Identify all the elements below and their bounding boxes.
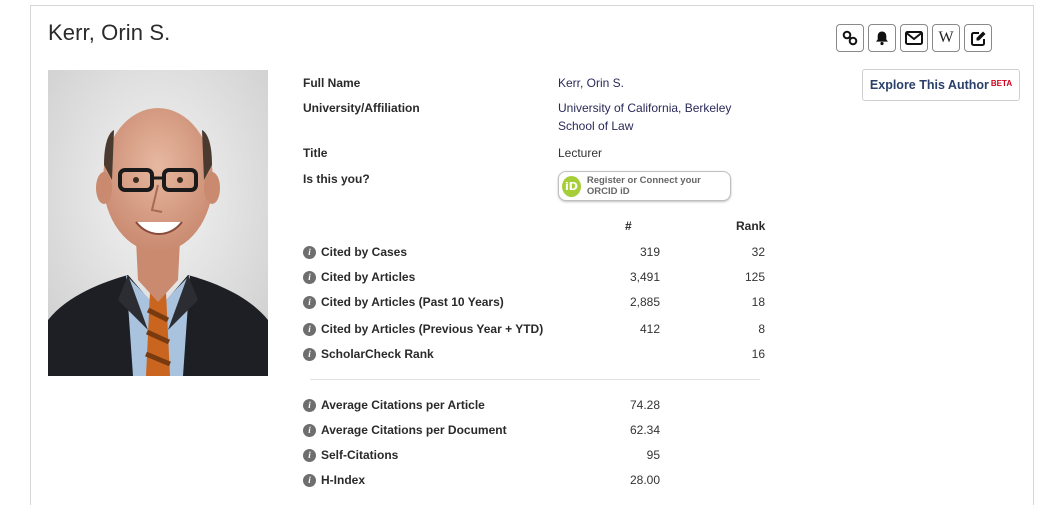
metric-label: Self-Citations — [321, 448, 399, 462]
metric-row-avg-per-article: i Average Citations per Article — [303, 396, 485, 414]
metric-rank: 16 — [751, 347, 765, 361]
info-icon[interactable]: i — [303, 295, 316, 309]
metric-rank: 32 — [751, 245, 765, 259]
title-label: Title — [303, 146, 328, 160]
full-name-label: Full Name — [303, 76, 361, 90]
metrics-divider — [310, 379, 760, 380]
affiliation-label: University/Affiliation — [303, 101, 420, 115]
info-icon[interactable]: i — [303, 270, 316, 284]
metric-count: 2,885 — [629, 295, 660, 309]
info-icon[interactable]: i — [303, 245, 316, 259]
author-toolbar: W — [836, 24, 992, 52]
metric-label: ScholarCheck Rank — [321, 347, 434, 361]
edit-button[interactable] — [964, 24, 992, 52]
rank-column-header: Rank — [736, 219, 766, 233]
affiliation-line-1: University of California, Berkeley — [558, 101, 732, 115]
wikipedia-button[interactable]: W — [932, 24, 960, 52]
metric-rank: 8 — [758, 322, 765, 336]
orcid-icon: iD — [562, 175, 581, 197]
info-icon[interactable]: i — [303, 473, 316, 487]
orcid-connect-button[interactable]: iD Register or Connect your ORCID iD — [558, 171, 731, 201]
beta-badge: BETA — [990, 78, 1013, 88]
link-button[interactable] — [836, 24, 864, 52]
info-icon[interactable]: i — [303, 398, 316, 412]
explore-author-label: Explore This Author — [869, 78, 989, 92]
metric-row-cited-by-articles: i Cited by Articles — [303, 268, 415, 286]
metric-value: 28.00 — [629, 473, 660, 487]
edit-icon — [970, 31, 985, 46]
metric-rank: 18 — [751, 295, 765, 309]
metric-value: 74.28 — [629, 398, 660, 412]
metric-count: 3,491 — [629, 270, 660, 284]
metric-row-h-index: i H-Index — [303, 471, 365, 489]
info-icon[interactable]: i — [303, 322, 316, 336]
count-column-header: # — [625, 219, 632, 233]
metric-count: 319 — [639, 245, 660, 259]
metric-row-cited-by-cases: i Cited by Cases — [303, 243, 407, 261]
is-this-you-label: Is this you? — [303, 172, 370, 186]
alert-button[interactable] — [868, 24, 896, 52]
metric-row-avg-per-document: i Average Citations per Document — [303, 421, 507, 439]
metric-label: Cited by Articles — [321, 270, 416, 284]
info-icon[interactable]: i — [303, 448, 316, 462]
bell-icon — [876, 31, 888, 46]
metric-label: Cited by Cases — [321, 245, 408, 259]
link-icon — [842, 30, 858, 46]
author-photo — [48, 70, 268, 376]
envelope-icon — [905, 31, 923, 45]
email-button[interactable] — [900, 24, 928, 52]
metric-row-cited-by-articles-10y: i Cited by Articles (Past 10 Years) — [303, 293, 504, 311]
info-icon[interactable]: i — [303, 423, 316, 437]
metric-label: Cited by Articles (Previous Year + YTD) — [321, 322, 544, 336]
metric-label: Average Citations per Document — [321, 423, 507, 437]
metric-row-cited-by-articles-prev-year: i Cited by Articles (Previous Year + YTD… — [303, 320, 543, 338]
info-icon[interactable]: i — [303, 347, 316, 361]
title-value: Lecturer — [558, 146, 603, 160]
wikipedia-icon: W — [938, 29, 954, 46]
affiliation-line-2: School of Law — [558, 119, 634, 133]
author-name: Kerr, Orin S. — [48, 20, 171, 45]
metric-value: 62.34 — [629, 423, 660, 437]
metric-label: H-Index — [321, 473, 366, 487]
full-name-value: Kerr, Orin S. — [558, 76, 625, 90]
metric-count: 412 — [639, 322, 660, 336]
explore-author-button[interactable]: Explore This Author BETA — [862, 69, 1020, 101]
metric-label: Average Citations per Article — [321, 398, 485, 412]
metric-row-self-citations: i Self-Citations — [303, 446, 398, 464]
metric-value: 95 — [646, 448, 660, 462]
metric-label: Cited by Articles (Past 10 Years) — [321, 295, 504, 309]
metric-rank: 125 — [744, 270, 765, 284]
metric-row-scholarcheck-rank: i ScholarCheck Rank — [303, 345, 434, 363]
orcid-button-label: Register or Connect your ORCID iD — [586, 175, 701, 197]
